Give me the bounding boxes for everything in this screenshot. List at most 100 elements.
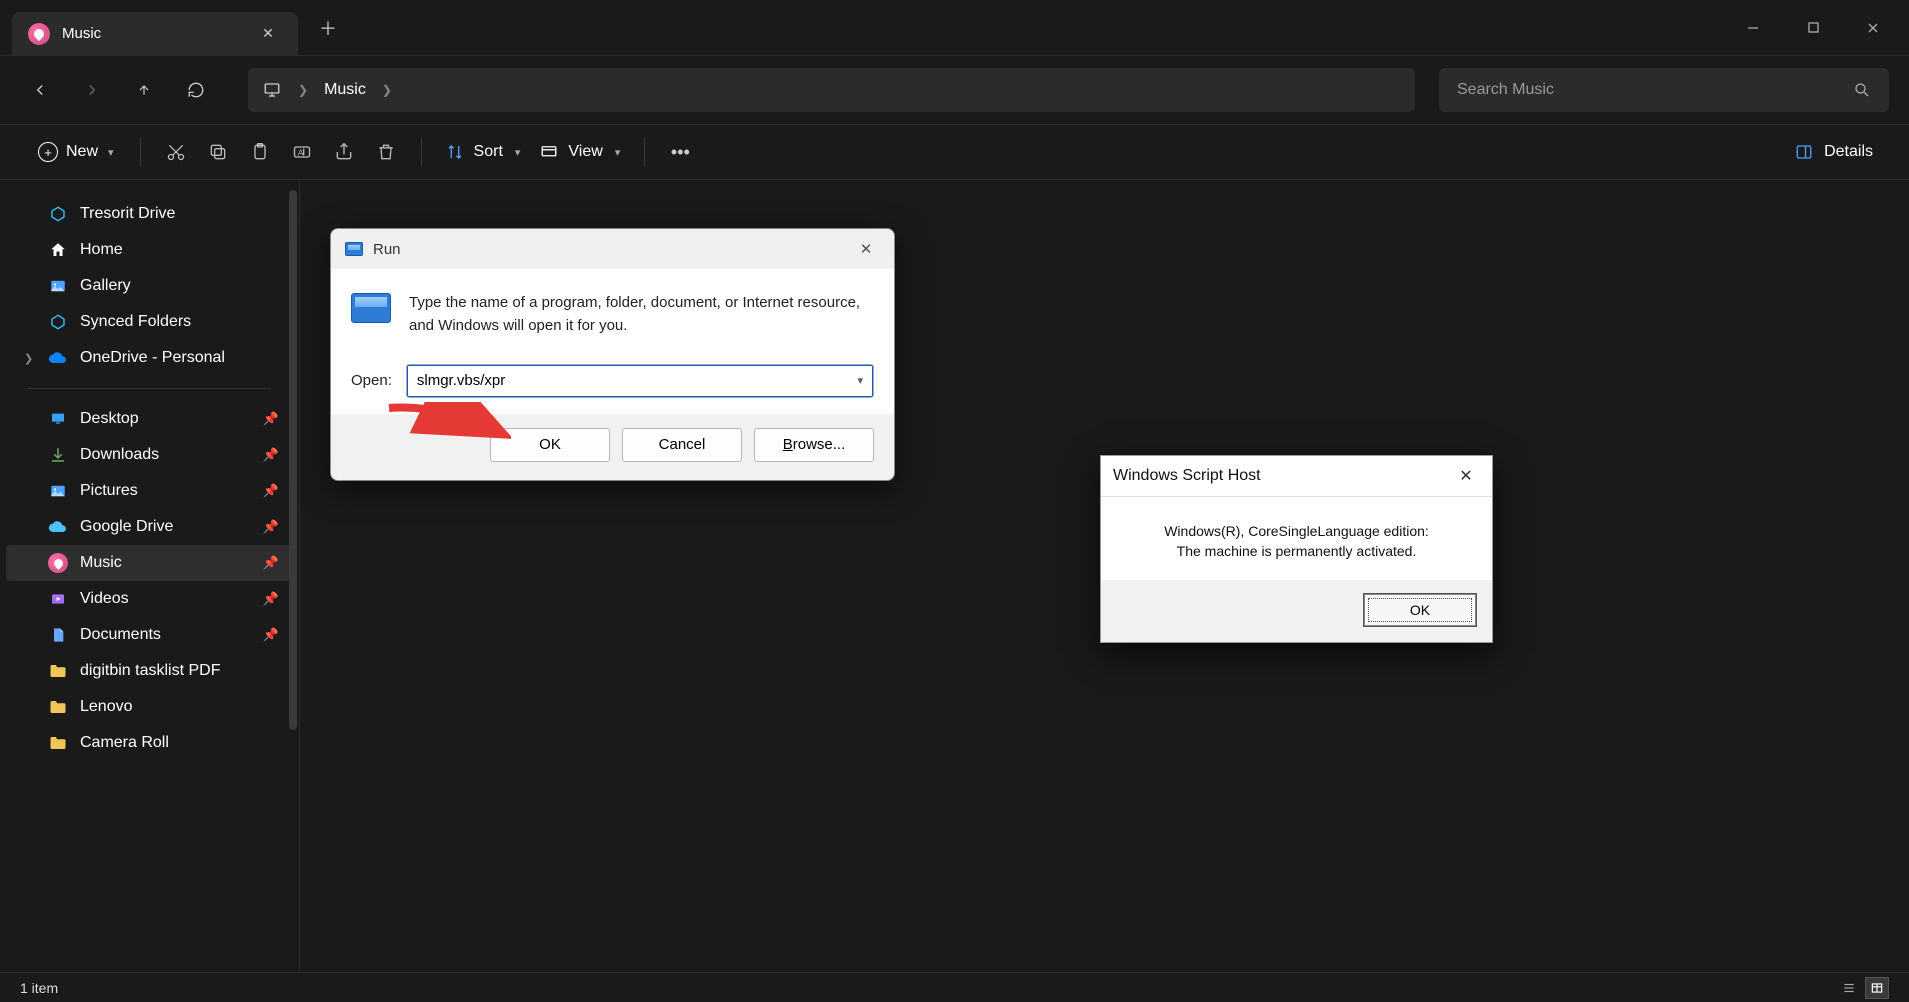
rename-button[interactable]: A (281, 132, 323, 172)
chevron-down-icon: ▾ (108, 146, 114, 159)
tab-title: Music (62, 25, 242, 42)
run-icon (345, 242, 363, 256)
cut-button[interactable] (155, 132, 197, 172)
status-text: 1 item (20, 980, 58, 996)
sidebar-item-label: Pictures (80, 482, 138, 500)
sidebar-item-folder[interactable]: Camera Roll (6, 725, 293, 761)
minimize-button[interactable] (1725, 8, 1781, 48)
videos-icon (48, 589, 68, 609)
wsh-message-line: The machine is permanently activated. (1119, 541, 1474, 561)
more-button[interactable]: ••• (659, 132, 701, 172)
maximize-button[interactable] (1785, 8, 1841, 48)
separator (140, 138, 141, 166)
sort-button[interactable]: Sort ▾ (436, 137, 531, 167)
run-open-input[interactable] (417, 372, 858, 389)
sidebar-item-pictures[interactable]: Pictures 📌 (6, 473, 293, 509)
run-dialog-title: Run (373, 241, 401, 258)
paste-button[interactable] (239, 132, 281, 172)
sidebar-item-gallery[interactable]: Gallery (6, 268, 293, 304)
scrollbar[interactable] (289, 190, 297, 730)
main: Tresorit Drive Home Gallery Synced Folde… (0, 180, 1909, 972)
close-icon[interactable]: ✕ (852, 237, 880, 261)
chevron-right-icon[interactable]: ❯ (298, 83, 308, 97)
sidebar-item-label: Videos (80, 590, 129, 608)
chevron-right-icon[interactable]: ❯ (24, 352, 33, 365)
sidebar-item-videos[interactable]: Videos 📌 (6, 581, 293, 617)
close-icon[interactable]: ✕ (1452, 464, 1480, 488)
chevron-right-icon[interactable]: ❯ (382, 83, 392, 97)
chevron-down-icon: ▾ (615, 146, 621, 159)
sidebar-item-label: OneDrive - Personal (80, 349, 225, 367)
back-button[interactable] (20, 70, 60, 110)
tab-music[interactable]: Music ✕ (12, 12, 298, 56)
tabs-container: Music ✕ ＋ (12, 0, 346, 55)
sidebar-item-onedrive[interactable]: ❯ OneDrive - Personal (6, 340, 293, 376)
cancel-button[interactable]: Cancel (622, 428, 742, 462)
cloud-icon (48, 348, 68, 368)
wsh-dialog-titlebar[interactable]: Windows Script Host ✕ (1101, 456, 1492, 497)
sidebar-item-desktop[interactable]: Desktop 📌 (6, 401, 293, 437)
sidebar-item-label: Music (80, 554, 122, 572)
hexagon-icon (48, 204, 68, 224)
up-button[interactable] (124, 70, 164, 110)
separator (421, 138, 422, 166)
new-tab-button[interactable]: ＋ (310, 10, 346, 46)
sidebar-item-downloads[interactable]: Downloads 📌 (6, 437, 293, 473)
gallery-icon (48, 276, 68, 296)
copy-button[interactable] (197, 132, 239, 172)
new-button[interactable]: + New ▾ (26, 136, 126, 168)
view-label: View (568, 143, 602, 161)
run-dialog: Run ✕ Type the name of a program, folder… (330, 228, 895, 481)
sidebar-item-label: digitbin tasklist PDF (80, 662, 221, 680)
separator (644, 138, 645, 166)
titlebar: Music ✕ ＋ (0, 0, 1909, 56)
sidebar-item-label: Google Drive (80, 518, 173, 536)
close-window-button[interactable] (1845, 8, 1901, 48)
sidebar-item-synced[interactable]: Synced Folders (6, 304, 293, 340)
cloud-icon (48, 517, 68, 537)
sidebar-item-folder[interactable]: digitbin tasklist PDF (6, 653, 293, 689)
wsh-message-line: Windows(R), CoreSingleLanguage edition: (1119, 521, 1474, 541)
close-icon[interactable]: ✕ (254, 20, 282, 48)
pin-icon: 📌 (263, 591, 279, 607)
documents-icon (48, 625, 68, 645)
details-pane-button[interactable]: Details (1784, 137, 1883, 167)
search-icon (1853, 81, 1871, 99)
svg-text:A: A (297, 147, 303, 157)
details-label: Details (1824, 143, 1873, 161)
sidebar-item-label: Documents (80, 626, 161, 644)
run-open-combobox[interactable]: ▾ (406, 364, 874, 398)
forward-button[interactable] (72, 70, 112, 110)
sidebar-item-tresorit[interactable]: Tresorit Drive (6, 196, 293, 232)
search-bar[interactable] (1439, 68, 1889, 112)
sidebar-item-gdrive[interactable]: Google Drive 📌 (6, 509, 293, 545)
monitor-icon (262, 81, 282, 99)
run-dialog-description: Type the name of a program, folder, docu… (409, 291, 874, 338)
run-dialog-titlebar[interactable]: Run ✕ (331, 229, 894, 269)
refresh-button[interactable] (176, 70, 216, 110)
home-icon (48, 240, 68, 260)
sidebar-item-music[interactable]: Music 📌 (6, 545, 293, 581)
view-button[interactable]: View ▾ (530, 137, 630, 167)
sidebar-item-documents[interactable]: Documents 📌 (6, 617, 293, 653)
sidebar-item-label: Synced Folders (80, 313, 191, 331)
breadcrumb-item[interactable]: Music (324, 81, 366, 99)
music-icon (28, 23, 50, 45)
sidebar-item-home[interactable]: Home (6, 232, 293, 268)
sidebar-item-label: Downloads (80, 446, 159, 464)
view-list-button[interactable] (1837, 977, 1861, 999)
browse-button[interactable]: Browse... (754, 428, 874, 462)
ok-button[interactable]: OK (1364, 594, 1476, 626)
search-input[interactable] (1457, 81, 1853, 99)
chevron-down-icon: ▾ (515, 146, 521, 159)
pin-icon: 📌 (263, 411, 279, 427)
hexagon-icon (48, 312, 68, 332)
wsh-dialog: Windows Script Host ✕ Windows(R), CoreSi… (1100, 455, 1493, 643)
breadcrumb[interactable]: ❯ Music ❯ (248, 68, 1415, 112)
delete-button[interactable] (365, 132, 407, 172)
sidebar-item-folder[interactable]: Lenovo (6, 689, 293, 725)
chevron-down-icon[interactable]: ▾ (857, 374, 863, 387)
share-button[interactable] (323, 132, 365, 172)
view-details-button[interactable] (1865, 977, 1889, 999)
folder-icon (48, 733, 68, 753)
